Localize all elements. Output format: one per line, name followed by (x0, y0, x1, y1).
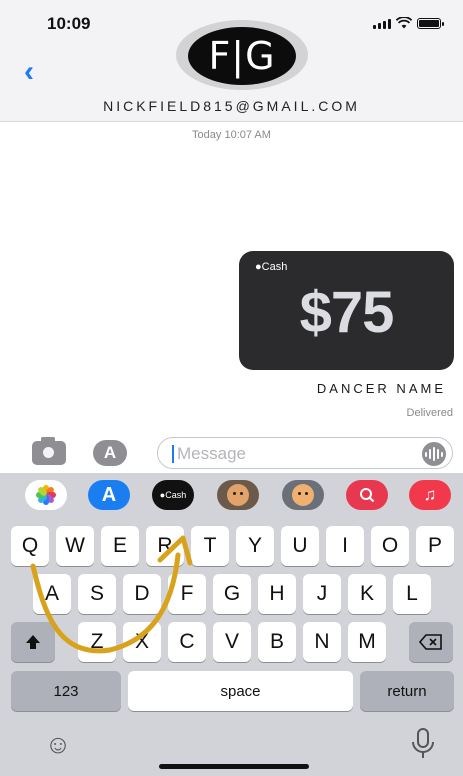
key-r[interactable]: R (146, 526, 184, 566)
key-u[interactable]: U (281, 526, 319, 566)
message-field[interactable] (157, 437, 453, 469)
key-f[interactable]: F (168, 574, 206, 614)
battery-icon (417, 18, 444, 29)
key-k[interactable]: K (348, 574, 386, 614)
music-icon[interactable]: ♫ (409, 480, 451, 510)
key-s[interactable]: S (78, 574, 116, 614)
photos-icon[interactable] (25, 480, 67, 510)
app-strip: A ● Cash ♫ (0, 473, 463, 517)
key-c[interactable]: C (168, 622, 206, 662)
apple-cash-icon[interactable]: ● Cash (152, 480, 194, 510)
home-indicator (159, 764, 309, 769)
key-a[interactable]: A (33, 574, 71, 614)
key-x[interactable]: X (123, 622, 161, 662)
numbers-key[interactable]: 123 (11, 671, 121, 711)
memoji-stickers-icon[interactable] (282, 480, 324, 510)
backspace-icon (419, 634, 442, 650)
key-p[interactable]: P (416, 526, 454, 566)
camera-button[interactable] (31, 437, 67, 466)
key-o[interactable]: O (371, 526, 409, 566)
app-store-icon[interactable]: A (88, 480, 130, 510)
microphone-icon[interactable] (408, 727, 438, 761)
key-b[interactable]: B (258, 622, 296, 662)
key-d[interactable]: D (123, 574, 161, 614)
key-i[interactable]: I (326, 526, 364, 566)
app-drawer-button[interactable]: A (92, 440, 128, 466)
avatar[interactable]: F|G (188, 27, 296, 85)
text-caret (172, 445, 174, 463)
return-key[interactable]: return (360, 671, 454, 711)
space-key[interactable]: space (128, 671, 353, 711)
emoji-icon[interactable]: ☺ (40, 729, 76, 759)
key-m[interactable]: M (348, 622, 386, 662)
contact-name[interactable]: NICKFIELD815@GMAIL.COM (0, 98, 463, 114)
delivery-status: Delivered (406, 407, 453, 419)
message-caption: DANCER NAME (316, 381, 446, 396)
cash-amount: $75 (299, 280, 395, 345)
shift-icon (26, 635, 40, 649)
key-z[interactable]: Z (78, 622, 116, 662)
app-store-icon: A (93, 440, 127, 466)
status-time: 10:09 (47, 14, 91, 33)
conversation-header: 10:09 ‹ F|G NICKFIELD815@GMAIL.COM (0, 0, 463, 122)
apple-logo-icon: ● (255, 261, 262, 273)
key-t[interactable]: T (191, 526, 229, 566)
key-v[interactable]: V (213, 622, 251, 662)
key-w[interactable]: W (56, 526, 94, 566)
message-input[interactable] (177, 441, 407, 467)
status-icons (373, 17, 444, 29)
cash-label: ●Cash (255, 261, 288, 273)
cellular-signal-icon (373, 19, 391, 29)
wifi-icon (396, 17, 412, 29)
shift-key[interactable] (11, 622, 55, 662)
key-l[interactable]: L (393, 574, 431, 614)
memoji-icon[interactable] (217, 480, 259, 510)
key-h[interactable]: H (258, 574, 296, 614)
apple-cash-message[interactable]: ●Cash $75 (239, 251, 454, 370)
key-n[interactable]: N (303, 622, 341, 662)
key-j[interactable]: J (303, 574, 341, 614)
audio-message-icon[interactable] (422, 442, 446, 466)
camera-icon (32, 437, 66, 465)
key-q[interactable]: Q (11, 526, 49, 566)
search-icon[interactable] (346, 480, 388, 510)
message-timestamp: Today 10:07 AM (192, 129, 271, 141)
chevron-left-icon[interactable]: ‹ (24, 57, 52, 87)
key-g[interactable]: G (213, 574, 251, 614)
delete-key[interactable] (409, 622, 453, 662)
key-e[interactable]: E (101, 526, 139, 566)
key-y[interactable]: Y (236, 526, 274, 566)
